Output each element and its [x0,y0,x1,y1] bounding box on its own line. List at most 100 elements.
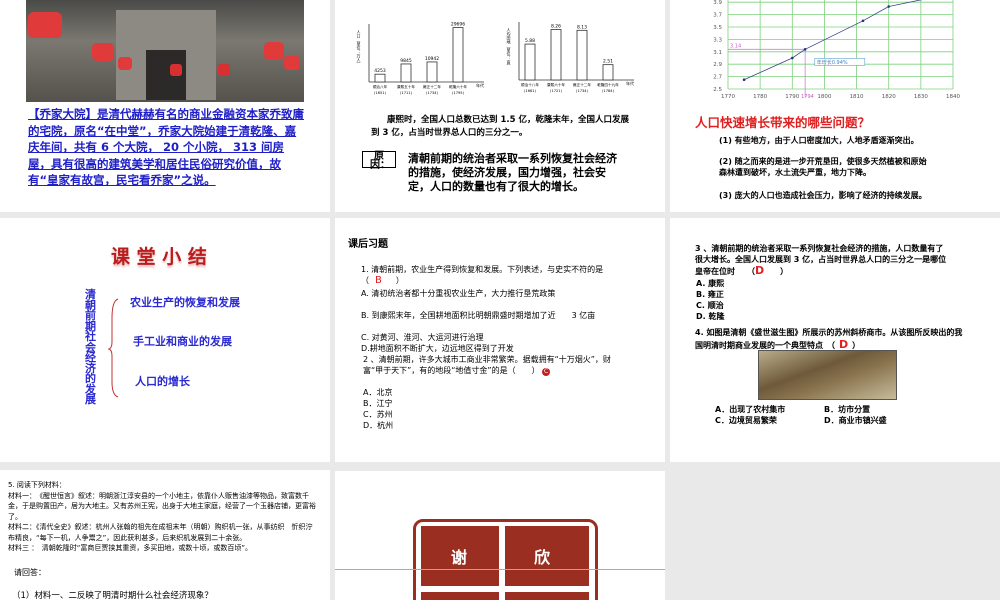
bar-value-label: 4253 [374,68,386,74]
bar [602,64,614,81]
category-label: 雍正十二年 [423,84,441,89]
q3-option-d: D. 乾隆 [696,312,725,321]
bar-value-label: 5.88 [525,38,535,44]
bar-value-label: 8.13 [577,24,587,30]
category-year-label: (1661) [524,89,537,93]
qiao-courtyard-description[interactable]: 【乔家大院】是清代赫赫有名的商业金融资本家乔致庸的宅院，原名“在中堂”，乔家大院… [28,106,304,189]
bar [524,43,536,81]
annotation-growth: 年增长0.94% [817,59,848,66]
y-tick-label: 3.9 [713,0,722,6]
x-tick-label: 1800 [817,94,831,100]
seal-stamp: 谢 欣 [413,519,598,600]
y-tick-label: 3.5 [713,25,722,31]
q3-option-a: A. 康熙 [696,279,725,288]
population-growth-line-chart: 1770 1780 1790 1800 1810 1820 1830 1840 2.5 2.7 2.… [713,0,960,100]
reason-label: 原因： [362,151,396,171]
bar [550,29,562,81]
category-label: 康熙五十年 [397,84,415,89]
category-year-label: (1784) [602,89,615,93]
y-tick-label: 3.3 [713,37,722,43]
question-4: 4. 如图是清朝《盛世滋生图》所展示的苏州斜桥商市。从该图所反映出的我国明清时期… [695,328,963,351]
bar [452,27,464,83]
data-point [803,48,807,51]
x-tick-label: 1790 [785,94,799,100]
bar-value-label: 10942 [425,56,439,62]
seal-char-2: 欣 [534,548,551,567]
x-axis-label: 年代 [626,80,634,86]
x-tick-label: 1810 [850,94,864,100]
bar-value-label: 29696 [451,22,465,28]
y-tick-label: 2.9 [713,62,722,68]
q2-answer-mark: C [542,368,551,376]
question-2: 2 、清朝前期，许多大城市工商业非常繁荣。据载拥有“十万烟火”，财富“甲于天下”… [363,355,611,376]
reason-text: 清朝前期的统治者采取一系列恢复社会经济的措施，使经济发展，国力增强，社会安定，人… [408,152,617,193]
q1-option-b: B. 到康熙末年，全国耕地面积比明朝鼎盛时期增加了近 3 亿亩 [361,311,596,320]
series-line [743,0,923,81]
slide-thumbnail-4[interactable]: 课 堂 小 结 清朝前期社会经济的发展 农业生产的恢复和发展 手工业和商业的发展… [0,218,330,462]
slide-thumbnail-3[interactable]: 1770 1780 1790 1800 1810 1820 1830 1840 2.5 2.7 2.… [670,0,1000,212]
y-axis-label: 人均田地（单位：亩） [507,28,512,68]
exercise-title: 课后习题 [348,239,388,250]
q3-option-b: B. 雍正 [696,290,724,299]
bar [374,73,386,83]
slide-thumbnail-1[interactable]: 【乔家大院】是清代赫赫有名的商业金融资本家乔致庸的宅院，原名“在中堂”，乔家大院… [0,0,330,212]
question-1: 1. 清朝前期，农业生产得到恢复和发展。下列表述，与史实不符的是（ B） [361,265,604,286]
category-year-label: (1795) [452,91,465,95]
x-tick-label: 1820 [882,94,896,100]
bar-value-label: 9845 [400,58,412,64]
slide-thumbnail-8[interactable]: 谢 欣 [335,471,665,600]
sub-question-1: （1）材料一、二反映了明清时期什么社会经济现象？ [12,591,213,600]
bar-value-label: 2.51 [603,59,613,65]
bar [576,29,588,81]
x-tick-label: 1830 [914,94,928,100]
data-point [790,56,794,60]
q4-option-d: D．商业市镇兴盛 [824,416,887,425]
qiao-courtyard-photo [26,0,304,102]
brace-icon [108,298,119,398]
category-year-label: (1734) [426,91,439,95]
slide-thumbnail-5[interactable]: 课后习题 1. 清朝前期，农业生产得到恢复和发展。下列表述，与史实不符的是（ B）… [335,218,665,462]
q1-answer: B [375,275,382,286]
annotation-value: 3.14 [730,43,741,49]
q2-option-a: A．北京 [363,388,393,397]
summary-item-agriculture: 农业生产的恢复和发展 [130,296,240,309]
bar [400,63,412,83]
summary-vertical-label: 清朝前期社会经济的发展 [85,288,96,406]
x-tick-label: 1780 [753,94,767,100]
category-label: 雍正十二年 [573,82,591,87]
category-year-label: (1651) [374,91,387,95]
bar-value-label: 8.26 [551,24,561,30]
summary-title: 课 堂 小 结 [111,246,207,268]
x-axis-label: 年代 [476,82,484,88]
question-3: 3 、清朝前期的统治者采取一系列恢复社会经济的措施，人口数量有了很大增长。全国人… [695,244,947,277]
q2-option-b: B．江宁 [363,399,393,408]
category-year-label: (1721) [550,89,563,93]
category-label: 乾隆六十年 [449,84,467,89]
y-tick-label: 2.5 [713,87,722,93]
q4-option-a: A．出现了农村集市 [715,405,786,414]
population-caption: 康熙时，全国人口总数已达到 1.5 亿，乾隆末年，全国人口发展到 3 亿，占当时… [371,115,629,138]
category-label: 康熙六十年 [547,82,565,87]
slide-thumbnail-6[interactable]: 3 、清朝前期的统治者采取一系列恢复社会经济的措施，人口数量有了很大增长。全国人… [670,218,1000,462]
suzhou-market-painting [758,350,897,400]
q1-option-c: C. 对黄河、淮河、大运河进行治理 [361,333,484,342]
y-tick-label: 3.7 [713,13,722,19]
divider-line [335,569,665,570]
slide-thumbnail-2[interactable]: 人口（单位：万人） 年代 4253 顺治八年 (1651) 9845 康熙五十年 (1711)… [335,0,665,212]
category-label: 顺治八年 [373,84,388,89]
category-label: 乾隆四十九年 [597,82,619,87]
answer-prompt: 请回答： [14,568,46,577]
annotation-year: 1794 [801,94,814,100]
problem-2: (2) 随之而来的是进一步开荒垦田，使很多天然植被和原始森林遭到破坏，水土流失严… [719,157,927,177]
q3-answer: D [755,264,765,277]
q2-option-c: C．苏州 [363,410,393,419]
q4-option-c: C．边境贸易繁荣 [715,416,777,425]
category-year-label: (1734) [576,89,589,93]
slide-thumbnail-7[interactable]: 5. 阅读下列材料： 材料一： 《醒世恒言》叙述：明朝浙江淳安县的一个小地主，依… [0,470,330,600]
y-tick-label: 2.7 [713,75,722,81]
q1-option-a: A. 清初统治者都十分重视农业生产，大力推行垦荒政策 [361,289,556,298]
problem-1: (1) 有些地方，由于人口密度加大，人地矛盾逐渐突出。 [719,136,919,145]
y-axis-label: 人口（单位：万人） [357,30,362,66]
problems-heading: 人口快速增长带来的哪些问题？ [695,115,871,130]
material-text: 5. 阅读下列材料： 材料一： 《醒世恒言》叙述：明朝浙江淳安县的一个小地主，依… [8,481,316,552]
